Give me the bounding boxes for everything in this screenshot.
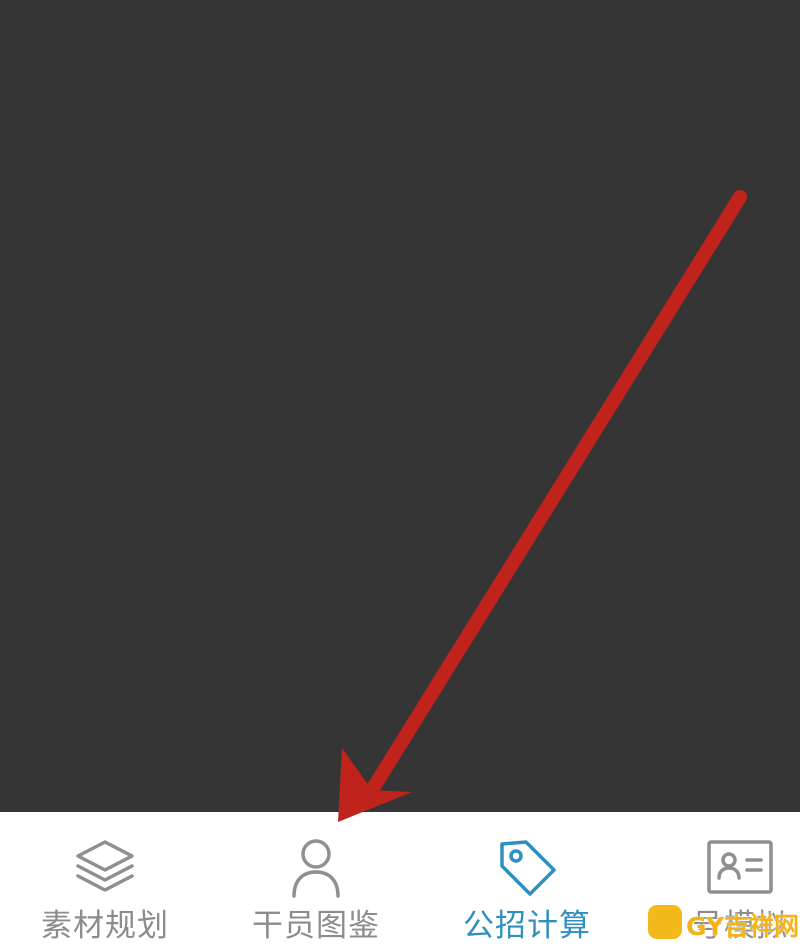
id-card-icon: [707, 840, 773, 894]
tab-recruitment-calculator[interactable]: 公招计算: [427, 812, 627, 947]
watermark-logo-icon: [648, 905, 682, 939]
tag-icon: [500, 840, 556, 896]
tab-material-planning[interactable]: 素材规划: [5, 812, 205, 947]
app-screen: 素材规划 干员图鉴 公招计算 号模拟 GY吉祥网: [0, 0, 800, 947]
site-watermark: GY吉祥网: [648, 903, 800, 943]
tab-label: 素材规划: [41, 908, 169, 944]
person-icon: [292, 839, 340, 898]
tab-label: 干员图鉴: [252, 908, 380, 944]
main-content-area: [0, 0, 800, 812]
tab-label: 公招计算: [463, 908, 591, 944]
tab-operator-archive[interactable]: 干员图鉴: [216, 812, 416, 947]
layers-icon: [76, 840, 134, 892]
watermark-text: GY吉祥网: [686, 912, 800, 941]
